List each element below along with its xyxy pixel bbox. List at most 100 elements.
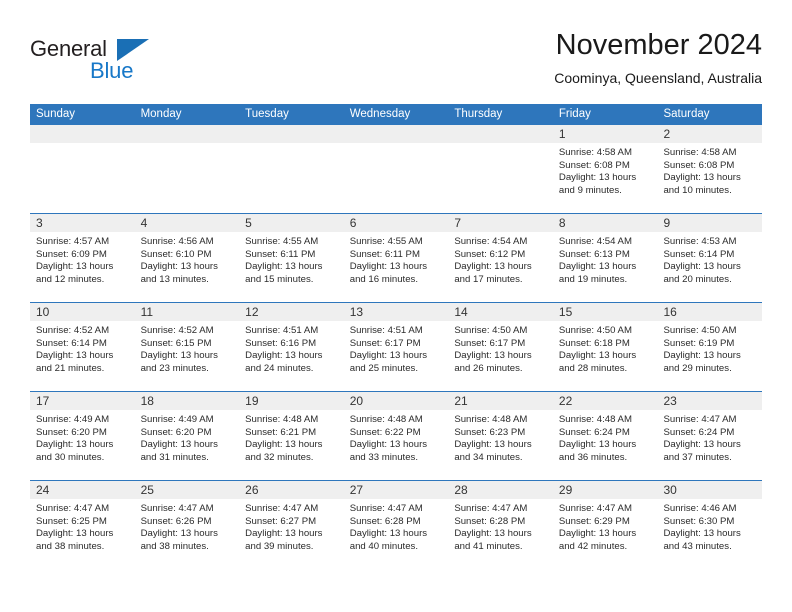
day-number: 10 bbox=[30, 303, 135, 321]
day-cell[interactable]: 7 Sunrise: 4:54 AM Sunset: 6:12 PM Daylight… bbox=[448, 214, 553, 302]
daylight-text: Daylight: 13 hours and 31 minutes. bbox=[140, 439, 218, 463]
day-cell[interactable]: 6 Sunrise: 4:55 AM Sunset: 6:11 PM Daylight… bbox=[343, 214, 449, 302]
day-cell[interactable]: 4 Sunrise: 4:56 AM Sunset: 6:10 PM Daylight… bbox=[134, 214, 240, 302]
day-number bbox=[343, 125, 449, 143]
day-cell[interactable]: 8 Sunrise: 4:54 AM Sunset: 6:13 PM Daylight… bbox=[552, 214, 658, 302]
day-cell[interactable]: 30 Sunrise: 4:46 AM Sunset: 6:30 PM Dayligh… bbox=[657, 481, 763, 569]
day-number: 22 bbox=[552, 392, 658, 410]
daylight-text: Daylight: 13 hours and 37 minutes. bbox=[663, 439, 741, 463]
day-cell[interactable]: 21 Sunrise: 4:48 AM Sunset: 6:23 PM Dayligh… bbox=[448, 392, 553, 480]
sunset-text: Sunset: 6:12 PM bbox=[454, 248, 526, 260]
day-cell[interactable]: 27 Sunrise: 4:47 AM Sunset: 6:28 PM Dayligh… bbox=[343, 481, 449, 569]
day-number: 3 bbox=[30, 214, 135, 232]
day-sun-info: Sunrise: 4:57 AM Sunset: 6:09 PM Daylight:… bbox=[30, 232, 135, 286]
day-sun-info: Sunrise: 4:46 AM Sunset: 6:30 PM Daylight:… bbox=[657, 499, 762, 553]
sunset-text: Sunset: 6:28 PM bbox=[349, 515, 421, 527]
sunset-text: Sunset: 6:19 PM bbox=[663, 337, 735, 349]
day-cell[interactable]: 13 Sunrise: 4:51 AM Sunset: 6:17 PM Dayligh… bbox=[343, 303, 449, 391]
day-cell[interactable]: 28 Sunrise: 4:47 AM Sunset: 6:28 PM Dayligh… bbox=[448, 481, 553, 569]
daylight-text: Daylight: 13 hours and 28 minutes. bbox=[558, 350, 637, 374]
day-cell-empty bbox=[448, 125, 553, 213]
day-number: 9 bbox=[657, 214, 763, 232]
day-sun-info: Sunrise: 4:50 AM Sunset: 6:17 PM Daylight:… bbox=[448, 321, 553, 375]
day-cell[interactable]: 18 Sunrise: 4:49 AM Sunset: 6:20 PM Dayligh… bbox=[134, 392, 240, 480]
day-cell[interactable]: 24 Sunrise: 4:47 AM Sunset: 6:25 PM Dayligh… bbox=[30, 481, 135, 569]
daylight-text: Daylight: 13 hours and 16 minutes. bbox=[349, 261, 428, 285]
day-number bbox=[30, 125, 135, 143]
day-cell[interactable]: 19 Sunrise: 4:48 AM Sunset: 6:21 PM Dayligh… bbox=[239, 392, 344, 480]
day-sun-info: Sunrise: 4:55 AM Sunset: 6:11 PM Daylight:… bbox=[239, 232, 344, 286]
weekday-header-sunday: Sunday bbox=[36, 108, 76, 120]
day-sun-info: Sunrise: 4:52 AM Sunset: 6:14 PM Daylight:… bbox=[30, 321, 135, 375]
day-sun-info: Sunrise: 4:51 AM Sunset: 6:17 PM Daylight:… bbox=[344, 321, 449, 375]
day-sun-info: Sunrise: 4:47 AM Sunset: 6:29 PM Daylight:… bbox=[553, 499, 658, 553]
weekday-header-tuesday: Tuesday bbox=[245, 108, 289, 120]
sunrise-text: Sunrise: 4:47 AM bbox=[140, 503, 214, 514]
sunrise-text: Sunrise: 4:50 AM bbox=[454, 325, 528, 336]
day-cell[interactable]: 14 Sunrise: 4:50 AM Sunset: 6:17 PM Dayligh… bbox=[448, 303, 553, 391]
sunrise-text: Sunrise: 4:47 AM bbox=[663, 414, 737, 425]
brand-logo[interactable]: General Blue bbox=[30, 36, 210, 88]
sunset-text: Sunset: 6:20 PM bbox=[36, 426, 107, 438]
day-cell[interactable]: 26 Sunrise: 4:47 AM Sunset: 6:27 PM Dayligh… bbox=[239, 481, 344, 569]
day-cell[interactable]: 17 Sunrise: 4:49 AM Sunset: 6:20 PM Dayligh… bbox=[30, 392, 135, 480]
day-cell[interactable]: 15 Sunrise: 4:50 AM Sunset: 6:18 PM Dayligh… bbox=[552, 303, 658, 391]
day-cell[interactable]: 10 Sunrise: 4:52 AM Sunset: 6:14 PM Dayligh… bbox=[30, 303, 135, 391]
day-sun-info: Sunrise: 4:47 AM Sunset: 6:28 PM Daylight:… bbox=[344, 499, 449, 553]
daylight-text: Daylight: 13 hours and 12 minutes. bbox=[36, 261, 114, 285]
sunset-text: Sunset: 6:14 PM bbox=[36, 337, 107, 349]
sunrise-text: Sunrise: 4:50 AM bbox=[558, 325, 632, 336]
day-cell[interactable]: 5 Sunrise: 4:55 AM Sunset: 6:11 PM Daylight… bbox=[239, 214, 344, 302]
day-sun-info: Sunrise: 4:52 AM Sunset: 6:15 PM Daylight:… bbox=[135, 321, 240, 375]
day-cell[interactable]: 11 Sunrise: 4:52 AM Sunset: 6:15 PM Dayligh… bbox=[134, 303, 240, 391]
calendar-week-row: 1 Sunrise: 4:58 AM Sunset: 6:08 PM Daylight… bbox=[30, 125, 763, 213]
daylight-text: Daylight: 13 hours and 30 minutes. bbox=[36, 439, 114, 463]
sunset-text: Sunset: 6:08 PM bbox=[663, 159, 735, 171]
daylight-text: Daylight: 13 hours and 40 minutes. bbox=[349, 528, 428, 552]
day-number: 12 bbox=[239, 303, 344, 321]
day-cell[interactable]: 1 Sunrise: 4:58 AM Sunset: 6:08 PM Daylight… bbox=[552, 125, 658, 213]
day-cell-empty bbox=[343, 125, 449, 213]
sunrise-text: Sunrise: 4:52 AM bbox=[36, 325, 110, 336]
day-cell[interactable]: 29 Sunrise: 4:47 AM Sunset: 6:29 PM Dayligh… bbox=[552, 481, 658, 569]
day-number: 18 bbox=[134, 392, 240, 410]
sunrise-text: Sunrise: 4:56 AM bbox=[140, 236, 214, 247]
sunrise-text: Sunrise: 4:48 AM bbox=[349, 414, 423, 425]
day-cell[interactable]: 25 Sunrise: 4:47 AM Sunset: 6:26 PM Dayligh… bbox=[134, 481, 240, 569]
day-cell[interactable]: 22 Sunrise: 4:48 AM Sunset: 6:24 PM Dayligh… bbox=[552, 392, 658, 480]
day-cell[interactable]: 9 Sunrise: 4:53 AM Sunset: 6:14 PM Daylight… bbox=[657, 214, 763, 302]
sunrise-text: Sunrise: 4:48 AM bbox=[245, 414, 319, 425]
day-sun-info: Sunrise: 4:58 AM Sunset: 6:08 PM Daylight:… bbox=[657, 143, 762, 197]
day-cell[interactable]: 16 Sunrise: 4:50 AM Sunset: 6:19 PM Dayligh… bbox=[657, 303, 763, 391]
sunset-text: Sunset: 6:15 PM bbox=[140, 337, 212, 349]
sunset-text: Sunset: 6:27 PM bbox=[245, 515, 317, 527]
sunset-text: Sunset: 6:08 PM bbox=[558, 159, 630, 171]
daylight-text: Daylight: 13 hours and 38 minutes. bbox=[36, 528, 114, 552]
sunset-text: Sunset: 6:28 PM bbox=[454, 515, 526, 527]
day-cell[interactable]: 3 Sunrise: 4:57 AM Sunset: 6:09 PM Daylight… bbox=[30, 214, 135, 302]
sunset-text: Sunset: 6:14 PM bbox=[663, 248, 735, 260]
sunrise-text: Sunrise: 4:53 AM bbox=[663, 236, 737, 247]
daylight-text: Daylight: 13 hours and 36 minutes. bbox=[558, 439, 637, 463]
sunrise-text: Sunrise: 4:51 AM bbox=[349, 325, 423, 336]
day-cell[interactable]: 2 Sunrise: 4:58 AM Sunset: 6:08 PM Daylight… bbox=[657, 125, 763, 213]
day-sun-info: Sunrise: 4:48 AM Sunset: 6:24 PM Daylight:… bbox=[553, 410, 658, 464]
day-number: 30 bbox=[657, 481, 763, 499]
daylight-text: Daylight: 13 hours and 20 minutes. bbox=[663, 261, 741, 285]
day-number: 16 bbox=[657, 303, 763, 321]
day-sun-info: Sunrise: 4:48 AM Sunset: 6:21 PM Daylight:… bbox=[239, 410, 344, 464]
day-number: 15 bbox=[552, 303, 658, 321]
sunrise-text: Sunrise: 4:55 AM bbox=[349, 236, 423, 247]
daylight-text: Daylight: 13 hours and 9 minutes. bbox=[558, 172, 637, 196]
sunset-text: Sunset: 6:11 PM bbox=[245, 248, 316, 260]
day-cell[interactable]: 12 Sunrise: 4:51 AM Sunset: 6:16 PM Dayligh… bbox=[239, 303, 344, 391]
sunrise-text: Sunrise: 4:54 AM bbox=[454, 236, 528, 247]
sunrise-text: Sunrise: 4:58 AM bbox=[663, 147, 737, 158]
daylight-text: Daylight: 13 hours and 42 minutes. bbox=[558, 528, 637, 552]
sunrise-text: Sunrise: 4:47 AM bbox=[454, 503, 528, 514]
day-number: 23 bbox=[657, 392, 763, 410]
day-cell[interactable]: 20 Sunrise: 4:48 AM Sunset: 6:22 PM Dayligh… bbox=[343, 392, 449, 480]
sunrise-text: Sunrise: 4:47 AM bbox=[558, 503, 632, 514]
day-number: 21 bbox=[448, 392, 553, 410]
day-cell[interactable]: 23 Sunrise: 4:47 AM Sunset: 6:24 PM Dayligh… bbox=[657, 392, 763, 480]
